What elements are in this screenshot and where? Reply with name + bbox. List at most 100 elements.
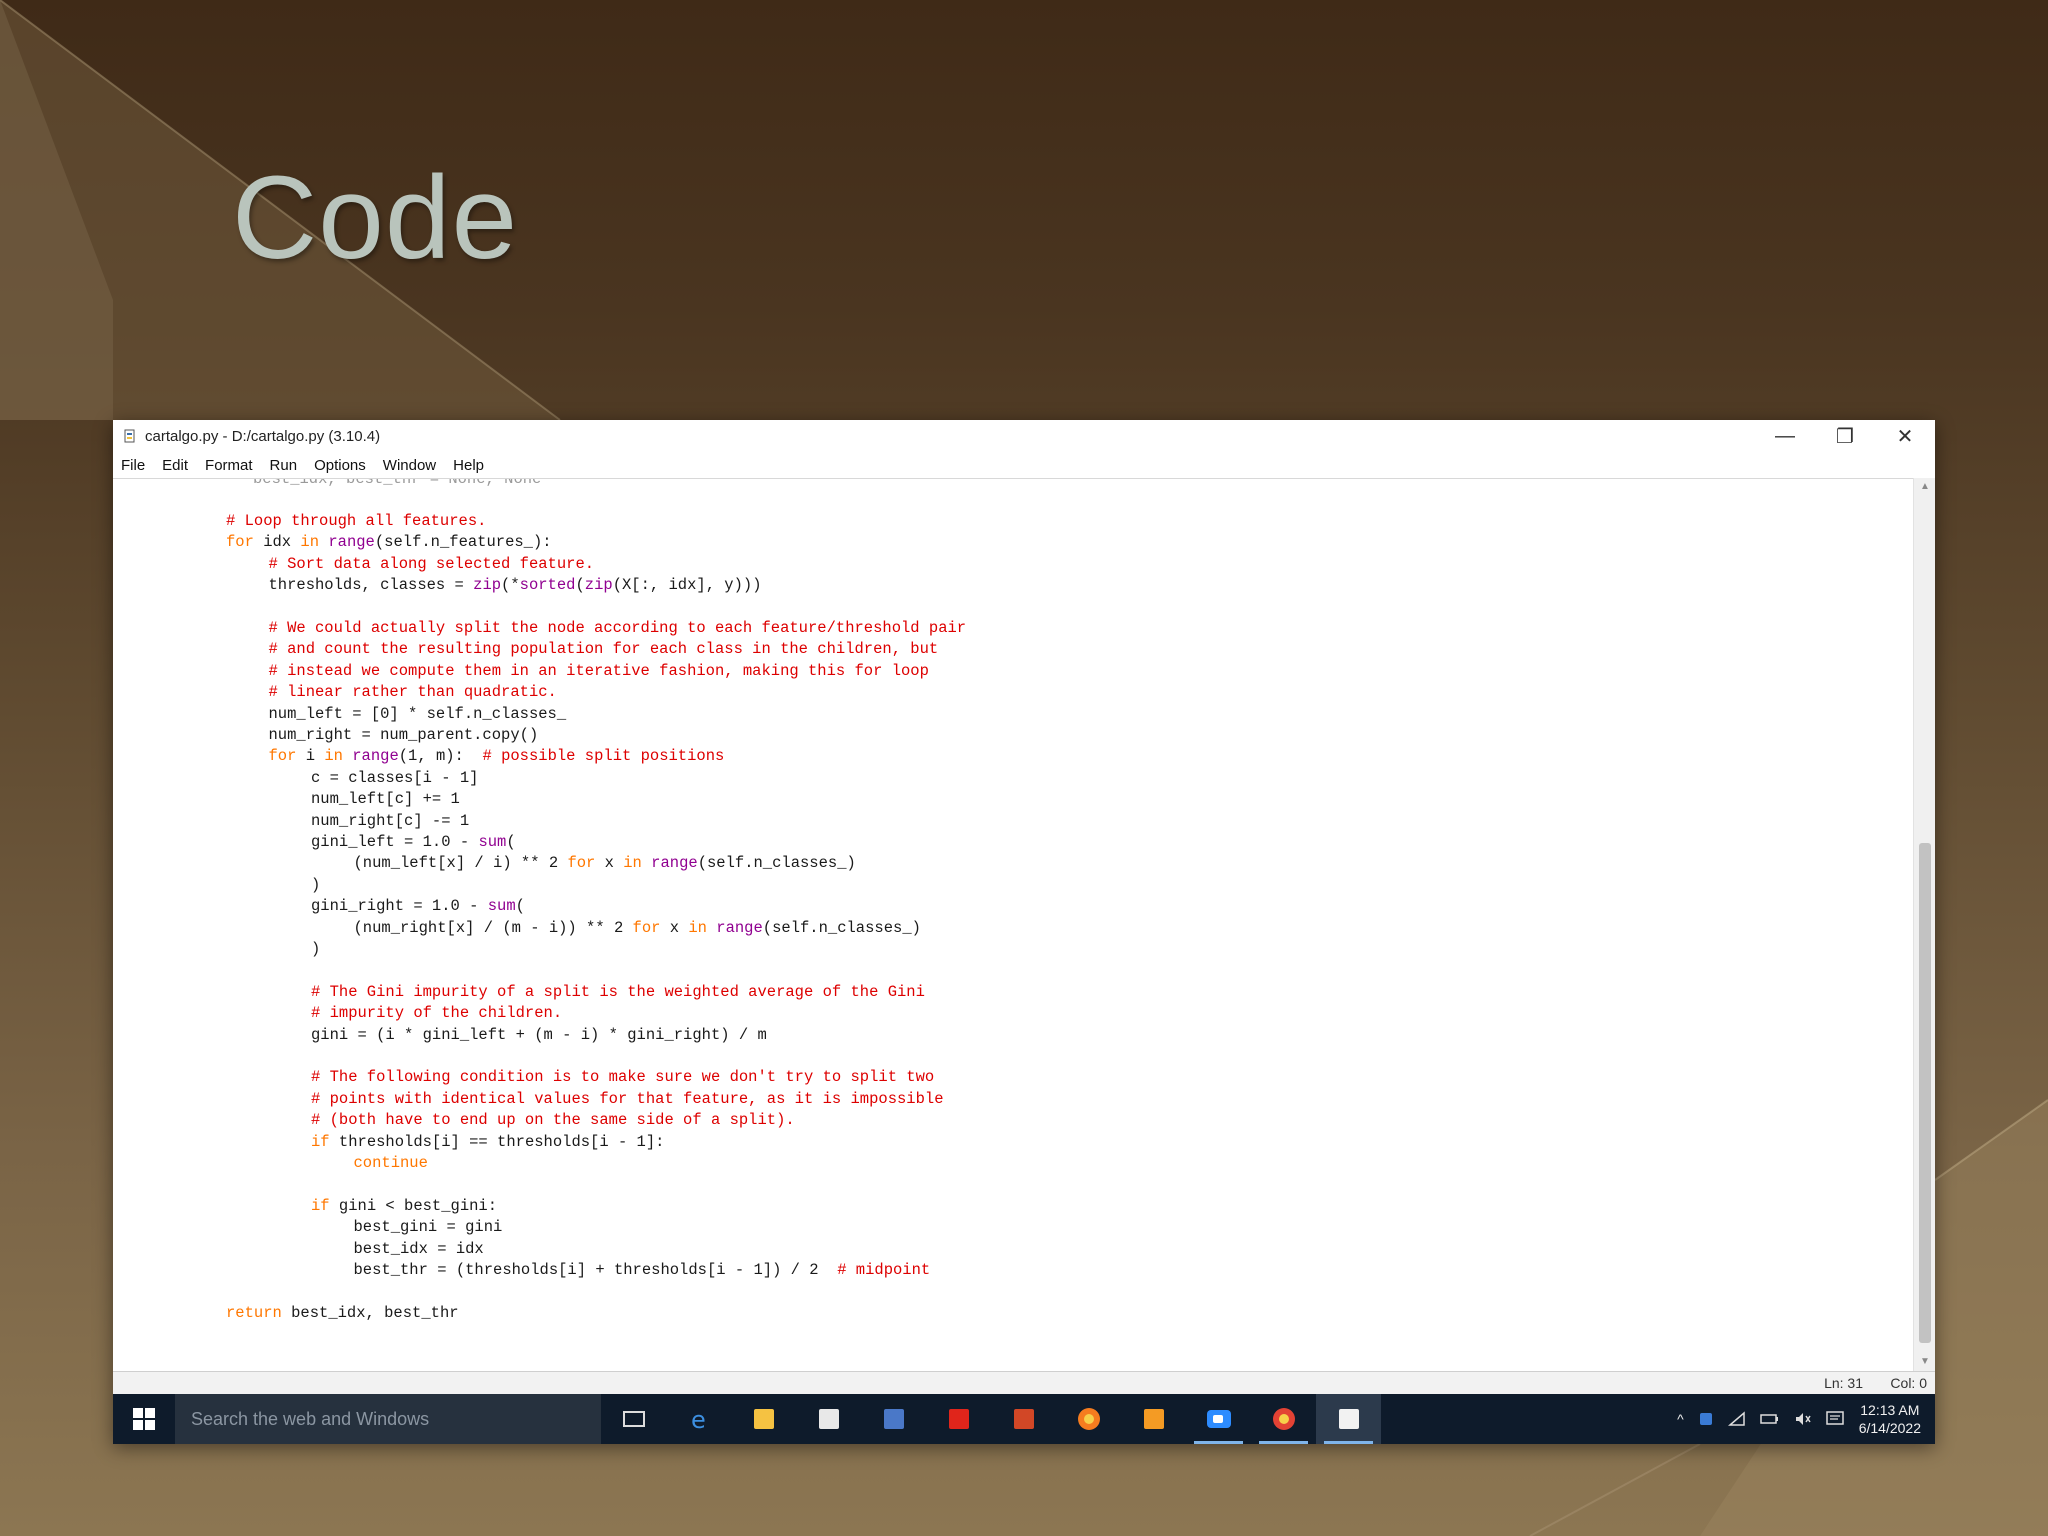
code-token: # We could actually split the node accor…	[268, 619, 967, 637]
menu-file[interactable]: File	[121, 457, 145, 474]
code-token: range	[716, 918, 763, 937]
taskbar-clock[interactable]: 12:13 AM 6/14/2022	[1859, 1401, 1921, 1437]
code-token: num_right = num_parent.copy()	[268, 726, 539, 744]
code-editor[interactable]: best_idx, best_thr = None, None # Loop t…	[113, 478, 1913, 1371]
python-file-icon	[124, 429, 135, 443]
code-token: in	[688, 918, 707, 937]
code-token: (self.n_classes_)	[697, 854, 856, 873]
code-token: # The Gini impurity of a split is the we…	[311, 982, 925, 1001]
code-token: (X[:, idx], y)))	[612, 576, 762, 595]
taskbar-app-powerpoint[interactable]	[991, 1394, 1056, 1444]
restore-button[interactable]: ❐	[1815, 420, 1875, 452]
code-token: x	[660, 918, 689, 937]
action-center-icon[interactable]	[1825, 1411, 1844, 1427]
code-line: gini_right = 1.0 - sum(	[311, 896, 525, 917]
code-token: gini = (i * gini_left + (m - i) * gini_r…	[311, 1025, 767, 1044]
code-token: # Sort data along selected feature.	[268, 554, 595, 573]
code-token: (self.n_features_):	[374, 533, 552, 552]
system-tray: ^ 12:13 AM 6/14/2022	[1670, 1394, 1935, 1444]
windows-taskbar: Search the web and Windows e ^ 12:13 AM …	[113, 1394, 1935, 1444]
idle-editor-window[interactable]: cartalgo.py - D:/cartalgo.py (3.10.4) — …	[113, 420, 1935, 1444]
taskbar-app-app-orange[interactable]	[1121, 1394, 1186, 1444]
code-token: num_right[c] -= 1	[311, 811, 470, 830]
code-token: (*	[501, 576, 520, 595]
code-line: num_right[c] -= 1	[311, 811, 469, 832]
code-token: best_gini = gini	[353, 1218, 503, 1237]
menu-window[interactable]: Window	[383, 457, 436, 474]
code-line: # points with identical values for that …	[311, 1089, 944, 1110]
taskbar-search-box[interactable]: Search the web and Windows	[175, 1394, 601, 1444]
code-token: (self.n_classes_)	[762, 918, 921, 937]
code-token: in	[623, 854, 642, 873]
menu-format[interactable]: Format	[205, 457, 253, 474]
code-line: best_thr = (thresholds[i] + thresholds[i…	[354, 1260, 931, 1281]
code-token: # (both have to end up on the same side …	[311, 1111, 795, 1130]
code-token: sorted	[519, 576, 576, 595]
battery-icon[interactable]	[1759, 1412, 1780, 1426]
code-token: best_thr = (thresholds[i] + thresholds[i…	[353, 1261, 838, 1279]
taskbar-app-python-idle[interactable]	[1316, 1394, 1381, 1444]
code-line: (num_left[x] / i) ** 2 for x in range(se…	[354, 853, 856, 874]
taskbar-app-chrome[interactable]	[1251, 1394, 1316, 1444]
code-token: continue	[353, 1154, 428, 1172]
python-idle-icon	[1338, 1409, 1359, 1429]
code-line: for idx in range(self.n_features_):	[226, 532, 552, 553]
code-token: range	[328, 533, 375, 552]
taskbar-app-word[interactable]	[861, 1394, 926, 1444]
code-token: gini_right = 1.0 -	[311, 897, 488, 916]
running-indicator	[1259, 1441, 1308, 1444]
code-line: # The Gini impurity of a split is the we…	[311, 982, 925, 1003]
code-token: )	[311, 940, 321, 958]
volume-muted-icon[interactable]	[1794, 1411, 1812, 1427]
code-token: in	[300, 533, 320, 552]
taskbar-app-firefox[interactable]	[1056, 1394, 1121, 1444]
minimize-button[interactable]: —	[1755, 420, 1815, 452]
menu-options[interactable]: Options	[314, 457, 366, 474]
code-token: num_left = [0] * self.n_classes_	[268, 704, 567, 723]
code-line: num_left = [0] * self.n_classes_	[269, 704, 567, 725]
column-number-indicator: Col: 0	[1890, 1375, 1927, 1391]
code-token: range	[651, 854, 698, 873]
code-line: c = classes[i - 1]	[311, 768, 478, 789]
code-token: best_idx, best_thr	[281, 1303, 459, 1322]
scroll-down-icon[interactable]: ▼	[1914, 1353, 1935, 1371]
code-token: (1, m):	[398, 747, 483, 766]
show-hidden-icons-icon[interactable]: ^	[1677, 1411, 1684, 1427]
taskbar-app-zoom[interactable]	[1186, 1394, 1251, 1444]
app-orange-icon	[1143, 1409, 1164, 1429]
edge-icon: e	[691, 1406, 706, 1433]
taskbar-app-task-view[interactable]	[601, 1394, 666, 1444]
taskbar-app-edge[interactable]: e	[666, 1394, 731, 1444]
start-button[interactable]	[113, 1394, 175, 1444]
close-button[interactable]: ✕	[1875, 420, 1935, 452]
code-token: gini_left = 1.0 -	[311, 833, 479, 851]
code-line: )	[311, 939, 320, 960]
code-token: # Loop through all features.	[226, 512, 487, 530]
code-token: for	[567, 854, 596, 873]
code-line: continue	[354, 1153, 428, 1174]
powerpoint-icon	[1013, 1409, 1034, 1429]
taskbar-app-file-explorer[interactable]	[731, 1394, 796, 1444]
menu-run[interactable]: Run	[270, 457, 298, 474]
code-line: (num_right[x] / (m - i)) ** 2 for x in r…	[354, 918, 921, 939]
menu-help[interactable]: Help	[453, 457, 484, 474]
windows-logo-icon	[133, 1408, 155, 1430]
running-indicator	[1194, 1441, 1243, 1444]
firefox-icon	[1077, 1408, 1100, 1430]
wifi-icon[interactable]	[1727, 1411, 1746, 1427]
window-titlebar[interactable]: cartalgo.py - D:/cartalgo.py (3.10.4) — …	[113, 420, 1935, 452]
code-token: thresholds, classes =	[268, 576, 474, 595]
scroll-up-icon[interactable]: ▲	[1914, 478, 1935, 496]
scrollbar-thumb[interactable]	[1919, 843, 1931, 1343]
taskbar-app-store[interactable]	[796, 1394, 861, 1444]
code-line: )	[311, 875, 320, 896]
vertical-scrollbar[interactable]: ▲ ▼	[1913, 478, 1935, 1371]
taskbar-app-acrobat[interactable]	[926, 1394, 991, 1444]
code-token: if	[311, 1196, 330, 1215]
status-bar: Ln: 31 Col: 0	[113, 1371, 1935, 1394]
tray-app-icon[interactable]	[1698, 1411, 1714, 1427]
menu-edit[interactable]: Edit	[162, 457, 188, 474]
code-line: # instead we compute them in an iterativ…	[269, 661, 929, 682]
